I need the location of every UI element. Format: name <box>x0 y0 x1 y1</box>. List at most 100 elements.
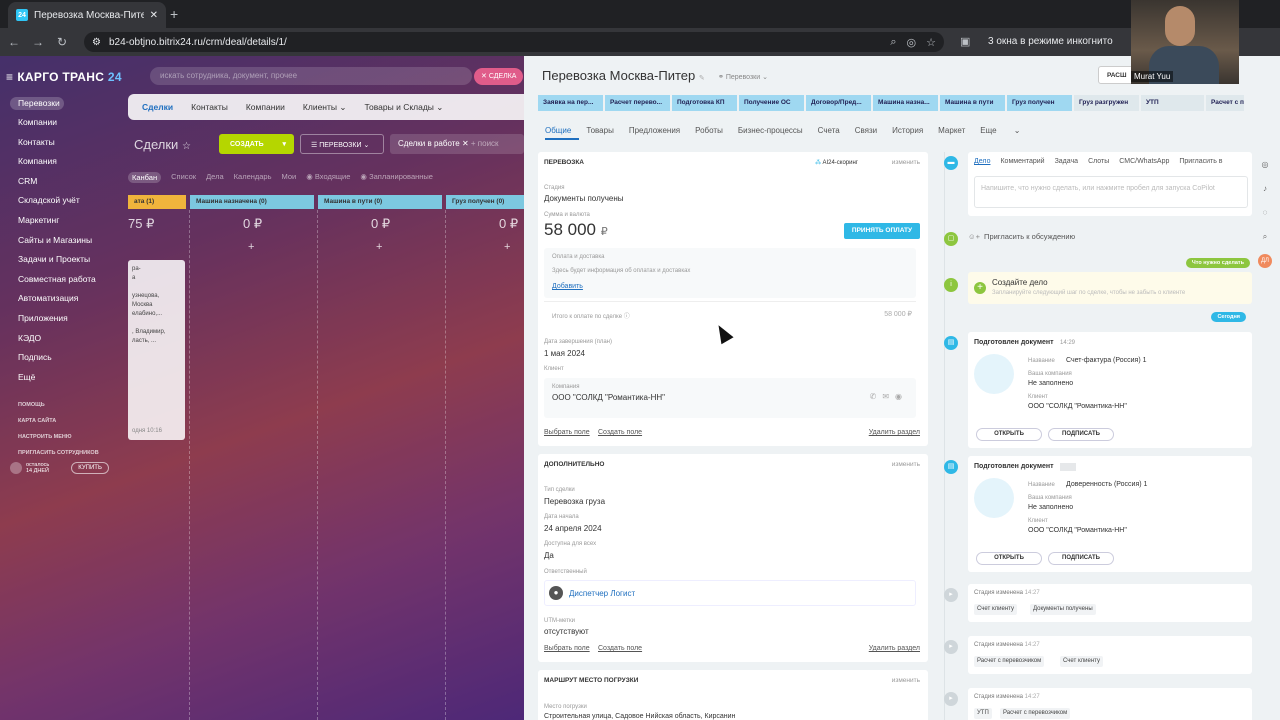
sidebar-item-crm[interactable]: CRM <box>10 172 125 192</box>
tab-contacts[interactable]: Контакты <box>191 102 228 112</box>
plus-icon[interactable]: + <box>974 282 986 294</box>
tab-activity[interactable]: Дело <box>974 158 990 165</box>
accept-payment-button[interactable]: ПРИНЯТЬ ОПЛАТУ <box>844 223 920 239</box>
tab-products[interactable]: Товары <box>586 126 622 140</box>
contact-icons[interactable]: ✆✉◉ <box>870 392 908 401</box>
deal-card[interactable]: ра-а узнецова, Москва елабино,... , Владим… <box>128 260 185 440</box>
tab-deals[interactable]: Сделки <box>142 102 173 112</box>
view-calendar[interactable]: Календарь <box>234 172 272 183</box>
bookmark-star-icon[interactable]: ☆ <box>926 36 936 49</box>
buy-button[interactable]: КУПИТЬ <box>71 462 109 474</box>
change-link[interactable]: изменить <box>892 461 920 468</box>
activity-input[interactable]: Напишите, что нужно сделать, или нажмите… <box>974 176 1248 208</box>
zoom-icon[interactable]: ⌕ <box>890 36 896 49</box>
kanban-column-header[interactable]: ата (1) <box>128 195 186 209</box>
sidebar-item-sites[interactable]: Сайты и Магазины <box>10 231 125 251</box>
eye-off-icon[interactable]: ◎ <box>907 36 917 49</box>
tab-goods[interactable]: Товары и Склады ⌄ <box>364 102 443 113</box>
sidebar-item-warehouse[interactable]: Складской учёт <box>10 191 125 211</box>
configure-menu-link[interactable]: НАСТРОИТЬ МЕНЮ <box>10 429 125 445</box>
bell-icon[interactable]: ♪ <box>1258 182 1272 196</box>
delete-section-link[interactable]: Удалить раздел <box>869 645 920 652</box>
stage-item[interactable]: Подготовка КП <box>672 95 737 111</box>
kanban-column-header[interactable]: Машина назначена (0) <box>190 195 314 209</box>
view-list[interactable]: Список <box>171 172 196 183</box>
global-search-input[interactable]: искать сотрудника, документ, прочее <box>150 67 472 85</box>
view-activities[interactable]: Дела <box>206 172 224 183</box>
document-preview-icon[interactable] <box>974 478 1014 518</box>
sidebar-item-more[interactable]: Ещё <box>10 368 125 388</box>
tab-bizproc[interactable]: Бизнес-процессы <box>738 126 811 140</box>
scoring-link[interactable]: ⁂ AI24-скоринг <box>815 159 858 166</box>
choose-field-link[interactable]: Выбрать поле <box>544 645 590 652</box>
tab-slots[interactable]: Слоты <box>1088 158 1109 165</box>
invite-discussion[interactable]: ☺+ Пригласить к обсуждению <box>968 232 1075 241</box>
stage-item[interactable]: Расчет перево... <box>605 95 670 111</box>
sitemap-link[interactable]: КАРТА САЙТА <box>10 413 125 429</box>
help-link[interactable]: ПОМОЩЬ <box>10 397 125 413</box>
tab-robots[interactable]: Роботы <box>695 126 731 140</box>
tab-clients[interactable]: Клиенты ⌄ <box>303 102 347 113</box>
open-document-button[interactable]: ОТКРЫТЬ <box>976 552 1042 565</box>
chat-bubble-icon[interactable]: ◌ <box>1258 206 1272 220</box>
brand-logo[interactable]: ≡ КАРГО ТРАНС 24 <box>6 70 122 84</box>
change-link[interactable]: изменить <box>892 159 920 166</box>
incognito-label[interactable]: 3 окна в режиме инкогнито <box>988 36 1113 47</box>
tab-sms[interactable]: СМС/WhatsApp <box>1119 158 1169 165</box>
choose-field-link[interactable]: Выбрать поле <box>544 429 590 436</box>
sidebar-item-tasks[interactable]: Задачи и Проекты <box>10 250 125 270</box>
stage-item[interactable]: Заявка на пер... <box>538 95 603 111</box>
sidebar-item-marketing[interactable]: Маркетинг <box>10 211 125 231</box>
tab-market[interactable]: Маркет <box>938 126 973 140</box>
add-payment-link[interactable]: Добавить <box>552 283 583 290</box>
deal-category[interactable]: ⚭ Перевозки ⌄ <box>718 73 768 81</box>
tab-invoices[interactable]: Счета <box>818 126 848 140</box>
sidebar-item-contacts[interactable]: Контакты <box>10 133 125 153</box>
kanban-column-header[interactable]: Груз получен (0) <box>446 195 524 209</box>
sidebar-item-kedo[interactable]: КЭДО <box>10 329 125 349</box>
tab-more[interactable]: Еще ⌄ <box>980 126 1028 140</box>
copilot-icon[interactable]: ◎ <box>1258 158 1272 172</box>
stage-item-current[interactable]: Груз получен <box>1007 95 1072 111</box>
view-kanban[interactable]: Канбан <box>128 172 162 183</box>
create-button[interactable]: СОЗДАТЬ ▾ <box>219 134 294 154</box>
sidebar-item-apps[interactable]: Приложения <box>10 309 125 329</box>
sidebar-item-collab[interactable]: Совместная работа <box>10 270 125 290</box>
add-card-icon[interactable]: + <box>504 241 510 253</box>
filter-planned[interactable]: ◉ Запланированные <box>360 172 433 183</box>
sign-document-button[interactable]: ПОДПИСАТЬ <box>1048 428 1114 441</box>
sidebar-item-company[interactable]: Компания <box>10 152 125 172</box>
client-company[interactable]: ООО "СОЛКД "Романтика-НН" <box>552 393 665 402</box>
browser-tab[interactable]: 24 Перевозка Москва-Питер ✕ <box>8 2 166 28</box>
back-icon[interactable]: ← <box>2 35 26 49</box>
delete-section-link[interactable]: Удалить раздел <box>869 429 920 436</box>
stage-item[interactable]: Машина в пути <box>940 95 1005 111</box>
side-panel-icon[interactable]: ▣ <box>960 35 970 48</box>
sign-document-button[interactable]: ПОДПИСАТЬ <box>1048 552 1114 565</box>
stage-item[interactable]: Договор/Пред... <box>806 95 871 111</box>
close-tab-icon[interactable]: ✕ <box>150 10 158 21</box>
tab-links[interactable]: Связи <box>855 126 885 140</box>
filter-incoming[interactable]: ◉ Входящие <box>306 172 350 183</box>
stage-item[interactable]: Машина назна... <box>873 95 938 111</box>
responsible-link[interactable]: Диспетчер Логист <box>569 589 635 598</box>
user-avatar-icon[interactable]: ДЛ <box>1258 254 1272 268</box>
deal-button[interactable]: ✕ СДЕЛКА <box>474 68 524 85</box>
stage-item[interactable]: Получение ОС <box>739 95 804 111</box>
tab-comment[interactable]: Комментарий <box>1000 158 1044 165</box>
open-document-button[interactable]: ОТКРЫТЬ <box>976 428 1042 441</box>
tab-task[interactable]: Задача <box>1055 158 1079 165</box>
tab-general[interactable]: Общие <box>545 126 580 140</box>
sidebar-item-signature[interactable]: Подпись <box>10 348 125 368</box>
tab-companies[interactable]: Компании <box>246 102 285 112</box>
stage-item[interactable]: Расчет с п <box>1206 95 1244 111</box>
invite-employees-link[interactable]: ПРИГЛАСИТЬ СОТРУДНИКОВ <box>10 445 125 461</box>
add-card-icon[interactable]: + <box>376 241 382 253</box>
create-task-card[interactable]: i + Создайте дело Запланируйте следующий… <box>944 272 1252 304</box>
new-tab-button[interactable]: + <box>170 6 178 22</box>
filter-field[interactable]: Сделки в работе ✕ + поиск <box>390 134 524 154</box>
filter-mine[interactable]: Мои <box>282 172 297 183</box>
reload-icon[interactable]: ↻ <box>50 35 74 49</box>
funnel-selector[interactable]: ☰ ПЕРЕВОЗКИ ⌄ <box>300 134 384 154</box>
add-card-icon[interactable]: + <box>248 241 254 253</box>
